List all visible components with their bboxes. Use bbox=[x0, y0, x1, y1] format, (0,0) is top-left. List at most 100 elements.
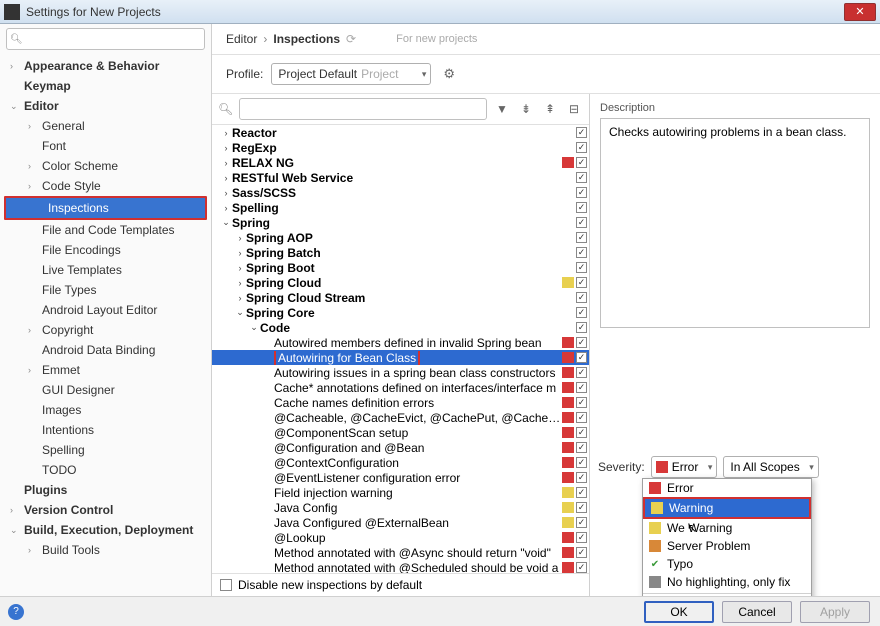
inspection-item[interactable]: ›RegExp bbox=[212, 140, 589, 155]
sidebar-item[interactable]: GUI Designer bbox=[0, 380, 211, 400]
collapse-all-icon[interactable]: ⇞ bbox=[541, 102, 559, 116]
inspection-item[interactable]: ›Spring AOP bbox=[212, 230, 589, 245]
cancel-button[interactable]: Cancel bbox=[722, 601, 792, 623]
sidebar-item[interactable]: Spelling bbox=[0, 440, 211, 460]
inspection-checkbox[interactable] bbox=[576, 232, 587, 243]
toggle-icon[interactable]: ⊟ bbox=[565, 102, 583, 116]
help-icon[interactable]: ? bbox=[8, 604, 24, 620]
reset-icon[interactable]: ⟳ bbox=[346, 32, 356, 46]
severity-option[interactable]: Error bbox=[643, 479, 811, 497]
inspection-checkbox[interactable] bbox=[576, 487, 587, 498]
inspection-item[interactable]: ⌄Code bbox=[212, 320, 589, 335]
sidebar-item[interactable]: ›General bbox=[0, 116, 211, 136]
inspection-checkbox[interactable] bbox=[576, 142, 587, 153]
severity-combo[interactable]: Error ▾ bbox=[651, 456, 718, 478]
inspection-checkbox[interactable] bbox=[576, 397, 587, 408]
inspection-item[interactable]: Cache* annotations defined on interfaces… bbox=[212, 380, 589, 395]
sidebar-item[interactable]: ⌄Build, Execution, Deployment bbox=[0, 520, 211, 540]
sidebar-item[interactable]: Plugins bbox=[0, 480, 211, 500]
inspection-item[interactable]: ›Reactor bbox=[212, 125, 589, 140]
inspection-item[interactable]: @EventListener configuration error bbox=[212, 470, 589, 485]
inspection-checkbox[interactable] bbox=[576, 352, 587, 363]
ok-button[interactable]: OK bbox=[644, 601, 714, 623]
sidebar-item[interactable]: ›Color Scheme bbox=[0, 156, 211, 176]
sidebar-item[interactable]: Android Layout Editor bbox=[0, 300, 211, 320]
sidebar-item[interactable]: ›Copyright bbox=[0, 320, 211, 340]
inspection-item[interactable]: @ContextConfiguration bbox=[212, 455, 589, 470]
inspection-checkbox[interactable] bbox=[576, 322, 587, 333]
inspection-item[interactable]: ⌄Spring bbox=[212, 215, 589, 230]
filter-icon[interactable]: ▼ bbox=[493, 102, 511, 116]
sidebar-search-input[interactable] bbox=[6, 28, 205, 50]
inspection-item[interactable]: Autowiring for Bean Class bbox=[212, 350, 589, 365]
inspection-checkbox[interactable] bbox=[576, 427, 587, 438]
inspection-checkbox[interactable] bbox=[576, 502, 587, 513]
breadcrumb-root[interactable]: Editor bbox=[226, 32, 257, 46]
severity-dropdown[interactable]: Error Warning We Warning↖Server Problem✔Ty… bbox=[642, 478, 812, 596]
sidebar-item[interactable]: Inspections bbox=[6, 198, 205, 218]
sidebar-item[interactable]: ›Emmet bbox=[0, 360, 211, 380]
inspection-item[interactable]: @Cacheable, @CacheEvict, @CachePut, @Cac… bbox=[212, 410, 589, 425]
inspection-checkbox[interactable] bbox=[576, 247, 587, 258]
sidebar-item[interactable]: Android Data Binding bbox=[0, 340, 211, 360]
sidebar-item[interactable]: ›Build Tools bbox=[0, 540, 211, 560]
sidebar-item[interactable]: File and Code Templates bbox=[0, 220, 211, 240]
severity-option[interactable]: Server Problem bbox=[643, 537, 811, 555]
expand-all-icon[interactable]: ⇟ bbox=[517, 102, 535, 116]
inspection-item[interactable]: Java Configured @ExternalBean bbox=[212, 515, 589, 530]
inspection-item[interactable]: @Configuration and @Bean bbox=[212, 440, 589, 455]
inspection-item[interactable]: ›Spring Boot bbox=[212, 260, 589, 275]
inspection-item[interactable]: ›Spring Cloud Stream bbox=[212, 290, 589, 305]
inspection-item[interactable]: ›Spring Batch bbox=[212, 245, 589, 260]
sidebar-item[interactable]: File Encodings bbox=[0, 240, 211, 260]
gear-icon[interactable]: ⚙ bbox=[443, 66, 455, 82]
inspection-checkbox[interactable] bbox=[576, 517, 587, 528]
inspection-item[interactable]: Autowired members defined in invalid Spr… bbox=[212, 335, 589, 350]
inspection-checkbox[interactable] bbox=[576, 157, 587, 168]
severity-option[interactable]: No highlighting, only fix bbox=[643, 573, 811, 591]
inspection-item[interactable]: Autowiring issues in a spring bean class… bbox=[212, 365, 589, 380]
severity-option[interactable]: Warning bbox=[645, 499, 809, 517]
sidebar-item[interactable]: ›Code Style bbox=[0, 176, 211, 196]
sidebar-item[interactable]: Live Templates bbox=[0, 260, 211, 280]
severity-option[interactable]: We Warning↖ bbox=[643, 519, 811, 537]
inspection-checkbox[interactable] bbox=[576, 262, 587, 273]
inspection-checkbox[interactable] bbox=[576, 307, 587, 318]
sidebar-item[interactable]: TODO bbox=[0, 460, 211, 480]
inspection-item[interactable]: Field injection warning bbox=[212, 485, 589, 500]
inspection-checkbox[interactable] bbox=[576, 277, 587, 288]
sidebar-item[interactable]: ⌄Editor bbox=[0, 96, 211, 116]
inspection-checkbox[interactable] bbox=[576, 382, 587, 393]
inspection-checkbox[interactable] bbox=[576, 472, 587, 483]
sidebar-item[interactable]: Images bbox=[0, 400, 211, 420]
inspection-item[interactable]: Cache names definition errors bbox=[212, 395, 589, 410]
inspection-item[interactable]: @Lookup bbox=[212, 530, 589, 545]
inspection-item[interactable]: Method annotated with @Async should retu… bbox=[212, 545, 589, 560]
inspection-checkbox[interactable] bbox=[576, 442, 587, 453]
inspection-checkbox[interactable] bbox=[576, 532, 587, 543]
inspection-checkbox[interactable] bbox=[576, 202, 587, 213]
disable-new-row[interactable]: Disable new inspections by default bbox=[212, 573, 589, 596]
inspection-checkbox[interactable] bbox=[576, 187, 587, 198]
apply-button[interactable]: Apply bbox=[800, 601, 870, 623]
sidebar-item[interactable]: Intentions bbox=[0, 420, 211, 440]
disable-checkbox[interactable] bbox=[220, 579, 232, 591]
inspection-item[interactable]: ⌄Spring Core bbox=[212, 305, 589, 320]
inspection-search-input[interactable] bbox=[239, 98, 487, 120]
inspection-checkbox[interactable] bbox=[576, 457, 587, 468]
inspection-checkbox[interactable] bbox=[576, 292, 587, 303]
inspection-item[interactable]: ›RELAX NG bbox=[212, 155, 589, 170]
inspection-item[interactable]: ›RESTful Web Service bbox=[212, 170, 589, 185]
sidebar-item[interactable]: File Types bbox=[0, 280, 211, 300]
inspection-checkbox[interactable] bbox=[576, 367, 587, 378]
inspection-item[interactable]: Method annotated with @Scheduled should … bbox=[212, 560, 589, 573]
inspection-checkbox[interactable] bbox=[576, 337, 587, 348]
inspection-item[interactable]: ›Sass/SCSS bbox=[212, 185, 589, 200]
inspection-checkbox[interactable] bbox=[576, 172, 587, 183]
scope-combo[interactable]: In All Scopes ▾ bbox=[723, 456, 818, 478]
inspection-checkbox[interactable] bbox=[576, 547, 587, 558]
inspection-checkbox[interactable] bbox=[576, 412, 587, 423]
inspection-checkbox[interactable] bbox=[576, 562, 587, 573]
severity-option[interactable]: ✔Typo bbox=[643, 555, 811, 573]
inspection-item[interactable]: Java Config bbox=[212, 500, 589, 515]
